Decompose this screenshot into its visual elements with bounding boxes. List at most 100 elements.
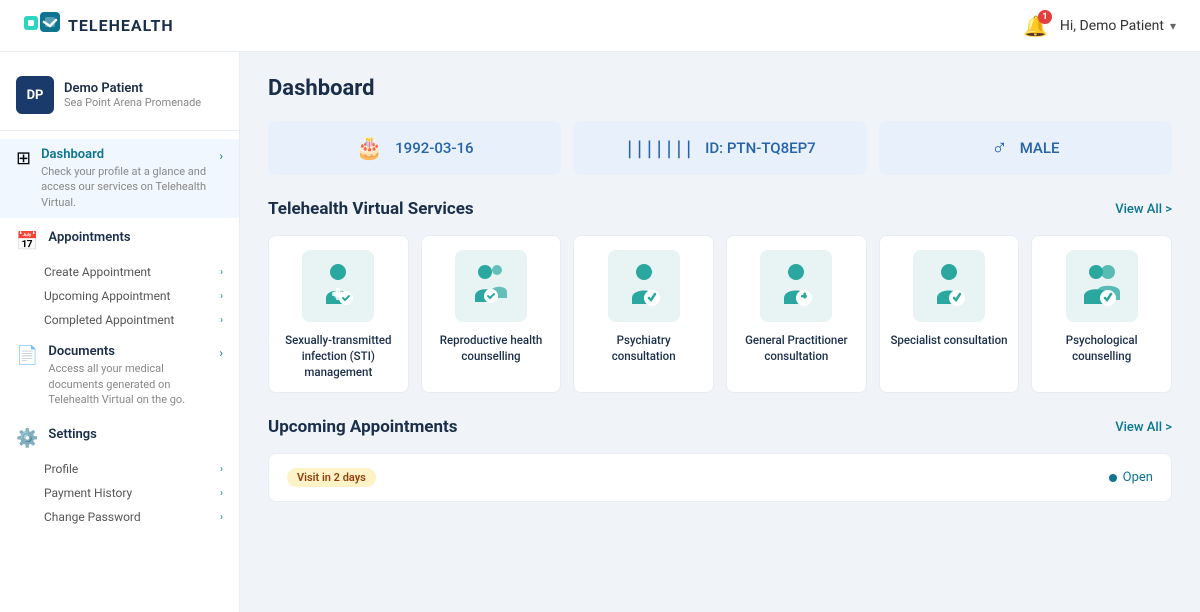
- sidebar-item-settings[interactable]: ⚙️ Settings: [0, 419, 239, 457]
- psychiatry-icon: [618, 260, 670, 312]
- notification-bell[interactable]: 🔔 1: [1023, 14, 1048, 38]
- profile-label: Profile: [44, 462, 78, 476]
- service-gp[interactable]: General Practitioner consultation: [726, 235, 867, 393]
- service-psychological[interactable]: Psychological counselling: [1031, 235, 1172, 393]
- nav-section-appointments: 📅 Appointments Create Appointment › Upco…: [0, 222, 239, 332]
- sidebar-item-completed-appointment[interactable]: Completed Appointment ›: [0, 308, 239, 332]
- open-status-label: Open: [1123, 470, 1153, 485]
- dashboard-icon: ⊞: [16, 148, 31, 169]
- sti-label: Sexually-transmitted infection (STI) man…: [279, 332, 398, 380]
- appointments-icon: 📅: [16, 231, 38, 252]
- sidebar-item-appointments[interactable]: 📅 Appointments: [0, 222, 239, 260]
- specialist-icon-wrap: [913, 250, 985, 322]
- psychological-icon-wrap: [1066, 250, 1138, 322]
- stat-dob: 🎂 1992-03-16: [268, 121, 561, 175]
- dashboard-label: Dashboard: [41, 147, 209, 162]
- chevron-icon: ›: [220, 267, 223, 278]
- appointment-card: Visit in 2 days Open: [268, 453, 1172, 502]
- dashboard-chevron-icon: ›: [219, 149, 223, 163]
- open-dot-icon: [1109, 474, 1117, 482]
- services-view-all[interactable]: View All >: [1115, 202, 1172, 217]
- sidebar: DP Demo Patient Sea Point Arena Promenad…: [0, 52, 240, 612]
- appointments-sub-items: Create Appointment › Upcoming Appointmen…: [0, 260, 239, 332]
- barcode-icon: |||||||: [624, 138, 693, 159]
- sidebar-item-documents[interactable]: 📄 Documents Access all your medical docu…: [0, 336, 239, 415]
- id-value: ID: PTN-TQ8EP7: [705, 139, 816, 157]
- psychological-label: Psychological counselling: [1042, 332, 1161, 364]
- sidebar-item-create-appointment[interactable]: Create Appointment ›: [0, 260, 239, 284]
- chevron-down-icon: ▾: [1170, 19, 1176, 33]
- documents-desc: Access all your medical documents genera…: [48, 361, 209, 407]
- chevron-icon: ›: [220, 464, 223, 475]
- user-info[interactable]: Hi, Demo Patient ▾: [1060, 18, 1176, 34]
- nav-section-documents: 📄 Documents Access all your medical docu…: [0, 336, 239, 415]
- upcoming-view-all[interactable]: View All >: [1115, 420, 1172, 435]
- service-reproductive[interactable]: Reproductive health counselling: [421, 235, 562, 393]
- logo-text: TELEHEALTH: [68, 16, 174, 35]
- service-specialist[interactable]: Specialist consultation: [879, 235, 1020, 393]
- logo-icon: [24, 12, 60, 40]
- nav-section-settings: ⚙️ Settings Profile › Payment History › …: [0, 419, 239, 529]
- gp-icon-wrap: [760, 250, 832, 322]
- settings-sub-items: Profile › Payment History › Change Passw…: [0, 457, 239, 529]
- notification-badge: 1: [1038, 10, 1052, 24]
- reproductive-label: Reproductive health counselling: [432, 332, 551, 364]
- documents-chevron-icon: ›: [219, 346, 223, 360]
- sidebar-item-profile[interactable]: Profile ›: [0, 457, 239, 481]
- upcoming-section-header: Upcoming Appointments View All >: [268, 417, 1172, 437]
- gp-label: General Practitioner consultation: [737, 332, 856, 364]
- app-header: TELEHEALTH 🔔 1 Hi, Demo Patient ▾: [0, 0, 1200, 52]
- stat-id: ||||||| ID: PTN-TQ8EP7: [573, 121, 866, 175]
- completed-appointment-label: Completed Appointment: [44, 313, 174, 327]
- stat-gender: ♂ MALE: [879, 121, 1172, 175]
- specialist-label: Specialist consultation: [890, 332, 1007, 348]
- user-details: Demo Patient Sea Point Arena Promenade: [64, 81, 201, 109]
- sti-icon-wrap: [302, 250, 374, 322]
- nav-section-dashboard: ⊞ Dashboard Check your profile at a glan…: [0, 139, 239, 218]
- upcoming-title: Upcoming Appointments: [268, 417, 458, 437]
- sti-icon: [312, 260, 364, 312]
- services-section-header: Telehealth Virtual Services View All >: [268, 199, 1172, 219]
- visit-badge: Visit in 2 days: [287, 468, 376, 487]
- specialist-icon: [923, 260, 975, 312]
- gp-icon: [770, 260, 822, 312]
- psychiatry-label: Psychiatry consultation: [584, 332, 703, 364]
- reproductive-icon: [465, 260, 517, 312]
- avatar: DP: [16, 76, 54, 114]
- services-title: Telehealth Virtual Services: [268, 199, 474, 219]
- gender-value: MALE: [1020, 139, 1060, 157]
- services-grid: Sexually-transmitted infection (STI) man…: [268, 235, 1172, 393]
- upcoming-section: Upcoming Appointments View All > Visit i…: [268, 417, 1172, 502]
- dob-value: 1992-03-16: [395, 139, 473, 157]
- open-status: Open: [1109, 470, 1153, 485]
- payment-history-label: Payment History: [44, 486, 132, 500]
- settings-label: Settings: [48, 427, 223, 442]
- documents-label: Documents: [48, 344, 209, 359]
- chevron-icon: ›: [220, 315, 223, 326]
- sidebar-item-payment-history[interactable]: Payment History ›: [0, 481, 239, 505]
- create-appointment-label: Create Appointment: [44, 265, 151, 279]
- user-profile: DP Demo Patient Sea Point Arena Promenad…: [0, 68, 239, 131]
- upcoming-appointment-label: Upcoming Appointment: [44, 289, 171, 303]
- service-psychiatry[interactable]: Psychiatry consultation: [573, 235, 714, 393]
- chevron-icon: ›: [220, 512, 223, 523]
- header-right: 🔔 1 Hi, Demo Patient ▾: [1023, 14, 1176, 38]
- page-title: Dashboard: [268, 76, 1172, 101]
- user-name: Demo Patient: [64, 81, 201, 96]
- user-greeting: Hi, Demo Patient: [1060, 18, 1164, 34]
- psychological-icon: [1076, 260, 1128, 312]
- change-password-label: Change Password: [44, 510, 141, 524]
- sidebar-item-dashboard[interactable]: ⊞ Dashboard Check your profile at a glan…: [0, 139, 239, 218]
- psychiatry-icon-wrap: [608, 250, 680, 322]
- chevron-icon: ›: [220, 488, 223, 499]
- service-sti[interactable]: Sexually-transmitted infection (STI) man…: [268, 235, 409, 393]
- user-location: Sea Point Arena Promenade: [64, 96, 201, 109]
- appointments-label: Appointments: [48, 230, 223, 245]
- dashboard-desc: Check your profile at a glance and acces…: [41, 164, 209, 210]
- sidebar-item-change-password[interactable]: Change Password ›: [0, 505, 239, 529]
- reproductive-icon-wrap: [455, 250, 527, 322]
- sidebar-item-upcoming-appointment[interactable]: Upcoming Appointment ›: [0, 284, 239, 308]
- stats-bar: 🎂 1992-03-16 ||||||| ID: PTN-TQ8EP7 ♂ MA…: [268, 121, 1172, 175]
- logo: TELEHEALTH: [24, 12, 174, 40]
- birthday-icon: 🎂: [356, 136, 383, 161]
